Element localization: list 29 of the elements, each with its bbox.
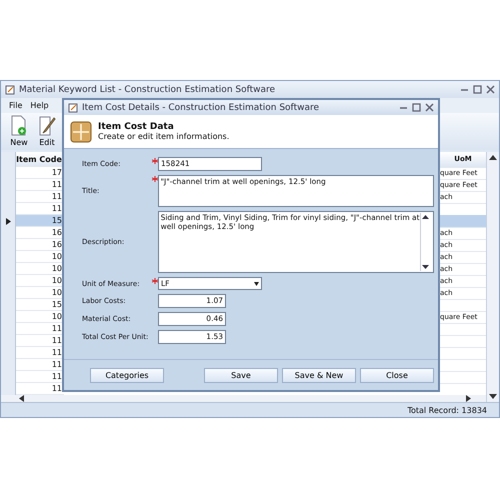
- scroll-down-icon[interactable]: [489, 393, 497, 400]
- scroll-down-icon[interactable]: [421, 263, 430, 271]
- status-text: Total Record: 13834: [407, 406, 487, 414]
- app-icon: [5, 84, 15, 94]
- close-icon[interactable]: [486, 85, 495, 94]
- scroll-up-icon[interactable]: [421, 213, 430, 221]
- dialog-button[interactable]: Categories: [90, 368, 164, 382]
- header-subtitle: Create or edit item informations.: [98, 132, 230, 141]
- app-icon: [68, 102, 78, 112]
- close-icon[interactable]: [425, 103, 434, 112]
- maximize-icon[interactable]: [412, 103, 421, 112]
- header-title: Item Cost Data: [98, 122, 175, 132]
- maximize-icon[interactable]: [473, 85, 482, 94]
- dialog-title: Item Cost Details - Construction Estimation Software: [82, 102, 320, 112]
- scroll-left-icon[interactable]: [19, 395, 25, 402]
- scroll-right-icon[interactable]: [466, 395, 472, 402]
- caret-icon: [254, 282, 259, 286]
- toolbar-button[interactable]: New: [9, 115, 29, 148]
- menu-item[interactable]: Help: [30, 101, 49, 110]
- window-title: Material Keyword List - Construction Estimation Software: [19, 84, 276, 94]
- pencil-icon: [37, 115, 57, 137]
- menu-item[interactable]: File: [9, 101, 22, 110]
- dialog-button[interactable]: Save & New: [282, 368, 356, 382]
- row-pointer-icon: [6, 218, 10, 224]
- toolbar-button[interactable]: Edit: [37, 115, 57, 148]
- dialog-button[interactable]: Close: [360, 368, 434, 382]
- dialog-button[interactable]: Save: [204, 368, 278, 382]
- new-document-icon: [9, 115, 29, 137]
- scroll-up-icon[interactable]: [489, 154, 497, 161]
